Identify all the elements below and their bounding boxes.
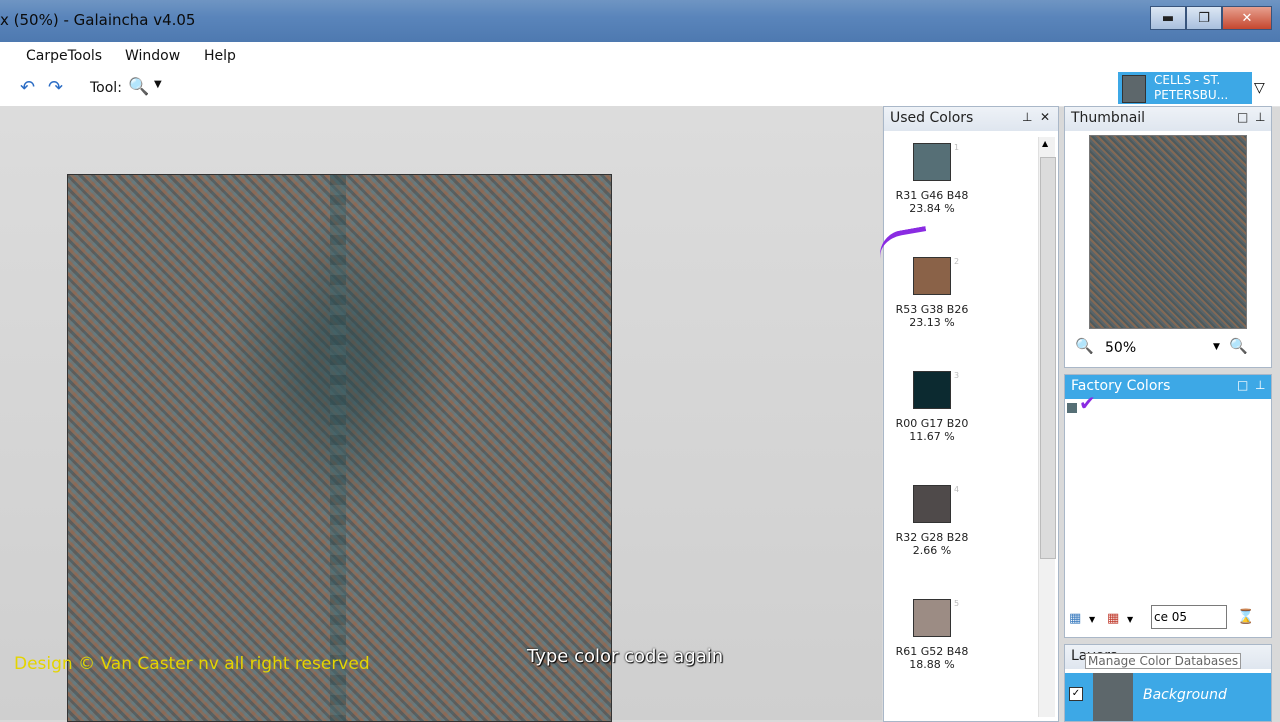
- close-button[interactable]: ✕: [1222, 6, 1272, 30]
- layers-panel: Layers Manage Color Databases ✓ Backgrou…: [1064, 644, 1272, 722]
- swatch-percent: 2.66 %: [912, 544, 952, 557]
- color-swatch-item[interactable]: 3 R00 G17 B20 11.67 %: [884, 371, 980, 443]
- caption-text: Type color code again: [527, 646, 724, 667]
- color-code-input[interactable]: [1151, 605, 1227, 629]
- swatch-percent: 23.13 %: [909, 316, 955, 329]
- palette-icon[interactable]: ▦: [1107, 611, 1119, 626]
- swatch-index: 5: [954, 599, 960, 608]
- color-swatch[interactable]: [913, 371, 951, 409]
- thumbnail-title: Thumbnail: [1071, 110, 1146, 126]
- tool-label: Tool:: [90, 80, 122, 96]
- swatch-index: 4: [954, 485, 960, 494]
- pin-icon[interactable]: ⊥: [1255, 110, 1265, 124]
- maximize-button[interactable]: ❐: [1186, 6, 1222, 30]
- carpet-design[interactable]: [67, 174, 612, 722]
- grid-view-icon[interactable]: ▦: [1069, 611, 1081, 626]
- close-icon[interactable]: ✕: [1040, 110, 1050, 124]
- chevron-down-icon[interactable]: ▼: [1089, 615, 1095, 624]
- used-colors-title: Used Colors: [890, 110, 974, 126]
- menu-bar: CarpeTools Window Help: [0, 42, 1280, 70]
- dropdown-arrow-icon[interactable]: ▽: [1254, 80, 1265, 96]
- used-colors-panel: Used Colors ⊥ ✕ 1 R31 G46 B48 23.84 % 2 R53 …: [883, 106, 1059, 722]
- layer-name: Background: [1143, 687, 1227, 703]
- scroll-thumb[interactable]: [1040, 157, 1056, 559]
- swatch-rgb: R00 G17 B20: [895, 417, 969, 430]
- filter-icon[interactable]: ⌛: [1237, 609, 1254, 625]
- magnifier-icon[interactable]: 🔍: [128, 77, 149, 97]
- watermark-text: Design © Van Caster nv all right reserve…: [14, 654, 370, 674]
- chevron-down-icon[interactable]: ▼: [154, 79, 162, 90]
- swatch-rgb: R31 G46 B48: [895, 189, 969, 202]
- menu-help[interactable]: Help: [204, 48, 236, 64]
- color-swatch-item[interactable]: 1 R31 G46 B48 23.84 %: [884, 143, 980, 215]
- design-name-line1: CELLS - ST.: [1154, 73, 1221, 87]
- design-tag[interactable]: CELLS - ST. PETERSBU...: [1118, 72, 1252, 104]
- thumbnail-image[interactable]: [1089, 135, 1247, 329]
- checkmark-icon: ✔: [1079, 391, 1096, 415]
- factory-swatch[interactable]: [1067, 403, 1077, 413]
- restore-icon[interactable]: □: [1237, 110, 1248, 124]
- pin-icon[interactable]: ⊥: [1255, 378, 1265, 392]
- swatch-index: 3: [954, 371, 960, 380]
- chevron-down-icon[interactable]: ▼: [1213, 342, 1220, 352]
- window-title: x (50%) - Galaincha v4.05: [0, 11, 196, 29]
- menu-carpetools[interactable]: CarpeTools: [26, 48, 102, 64]
- color-swatch[interactable]: [913, 599, 951, 637]
- title-bar: x (50%) - Galaincha v4.05 ▬ ❐ ✕: [0, 0, 1280, 42]
- color-swatch[interactable]: [913, 485, 951, 523]
- undo-icon[interactable]: ↶: [20, 77, 35, 98]
- redo-icon[interactable]: ↷: [48, 77, 63, 98]
- swatch-percent: 18.88 %: [909, 658, 955, 671]
- layer-visibility-checkbox[interactable]: ✓: [1069, 687, 1083, 701]
- zoom-in-icon[interactable]: 🔍: [1229, 337, 1248, 355]
- chevron-down-icon[interactable]: ▼: [1127, 615, 1133, 624]
- tooltip: Manage Color Databases: [1085, 653, 1242, 669]
- swatch-percent: 11.67 %: [909, 430, 955, 443]
- color-swatch[interactable]: [913, 143, 951, 181]
- thumbnail-panel: Thumbnail □ ⊥ 🔍 50% ▼ 🔍: [1064, 106, 1272, 368]
- restore-icon[interactable]: □: [1237, 378, 1248, 392]
- swatch-rgb: R53 G38 B26: [895, 303, 969, 316]
- zoom-out-icon[interactable]: 🔍: [1075, 337, 1094, 355]
- pin-icon[interactable]: ⊥: [1022, 110, 1032, 124]
- toolbar: ↶ ↷ Tool: 🔍 ▼: [0, 70, 1280, 107]
- swatch-rgb: R61 G52 B48: [895, 645, 969, 658]
- design-thumbnail: [1122, 75, 1146, 103]
- color-swatch-item[interactable]: 5 R61 G52 B48 18.88 %: [884, 599, 980, 671]
- layer-thumbnail: [1093, 673, 1133, 721]
- color-swatch-item[interactable]: 4 R32 G28 B28 2.66 %: [884, 485, 980, 557]
- layer-row[interactable]: ✓ Background: [1065, 673, 1271, 721]
- design-name-line2: PETERSBU...: [1154, 88, 1229, 102]
- menu-window[interactable]: Window: [125, 48, 180, 64]
- scrollbar[interactable]: ▲: [1038, 137, 1056, 717]
- zoom-value[interactable]: 50%: [1105, 340, 1136, 356]
- swatch-index: 1: [954, 143, 960, 152]
- swatch-index: 2: [954, 257, 960, 266]
- minimize-button[interactable]: ▬: [1150, 6, 1186, 30]
- factory-colors-panel: Factory Colors □ ⊥ ✔ ▦ ▼ ▦ ▼ ⌛: [1064, 374, 1272, 638]
- swatch-percent: 23.84 %: [909, 202, 955, 215]
- scroll-up-icon[interactable]: ▲: [1042, 139, 1048, 148]
- swatch-rgb: R32 G28 B28: [895, 531, 969, 544]
